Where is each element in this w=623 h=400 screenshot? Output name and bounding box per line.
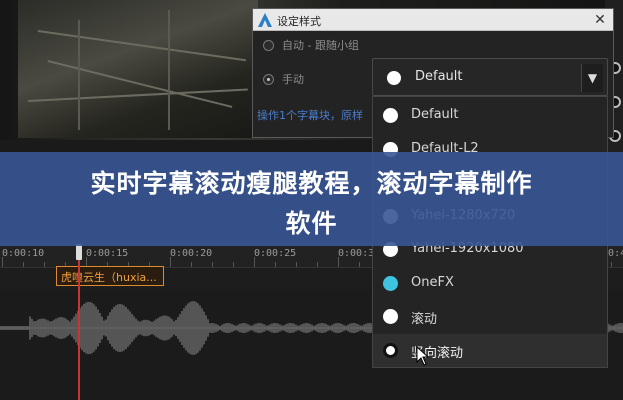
ruler-tick-label: 0:00:20 — [170, 248, 213, 259]
option-color-swatch — [383, 108, 398, 123]
dropdown-option[interactable]: OneFX — [373, 267, 607, 300]
dropdown-option[interactable]: 竖向滚动 — [373, 333, 607, 367]
option-label: OneFX — [411, 274, 454, 290]
ruler-tick-label: 0:00:15 — [86, 248, 129, 259]
option-label: 滚动 — [411, 312, 438, 327]
video-frame-image — [18, 0, 258, 138]
mouse-cursor-icon — [416, 346, 430, 366]
ruler-tick-label: 0:00:10 — [2, 248, 45, 259]
ruler-tick-mark — [23, 262, 24, 267]
radio-auto[interactable]: 自动 - 跟随小组 — [263, 36, 359, 54]
radio-manual[interactable]: 手动 — [263, 70, 304, 88]
style-dropdown[interactable]: Default ▼ — [372, 58, 608, 96]
ruler-tick-label: 0:00:25 — [254, 248, 297, 259]
option-color-swatch — [383, 275, 398, 291]
ruler-tick-mark — [2, 257, 3, 267]
style-color-swatch — [387, 71, 401, 85]
ruler-tick-mark — [233, 262, 234, 267]
option-color-swatch — [383, 342, 398, 358]
close-button[interactable]: ✕ — [591, 11, 609, 29]
ruler-tick-mark — [296, 262, 297, 267]
dialog-title: 设定样式 — [277, 15, 321, 28]
radio-manual-label: 手动 — [282, 73, 304, 86]
title-banner: 实时字幕滚动瘦腿教程，滚动字幕制作 软件 — [0, 152, 623, 246]
ruler-tick-mark — [338, 257, 339, 267]
dialog-titlebar[interactable]: 设定样式 ✕ — [253, 9, 613, 31]
ruler-tick-mark — [611, 262, 612, 267]
ruler-tick-mark — [359, 262, 360, 267]
option-color-swatch — [383, 309, 398, 324]
dropdown-selected-value: Default — [415, 69, 463, 84]
radio-auto-circle[interactable] — [263, 39, 274, 51]
helper-text: 操作1个字幕块，原样 — [257, 109, 363, 122]
radio-manual-circle[interactable] — [263, 73, 274, 85]
ruler-tick-mark — [44, 262, 45, 267]
dropdown-option[interactable]: 滚动 — [373, 300, 607, 333]
banner-title-line1: 实时字幕滚动瘦腿教程，滚动字幕制作 — [90, 169, 533, 198]
ruler-tick-mark — [191, 262, 192, 267]
ruler-tick-mark — [212, 262, 213, 267]
dropdown-option[interactable]: Default — [373, 99, 607, 132]
chevron-down-icon[interactable]: ▼ — [581, 64, 603, 92]
screenshot-stage: 0:00:100:00:150:00:200:00:250:00:300:00:… — [0, 0, 623, 400]
ruler-tick-mark — [317, 262, 318, 267]
app-logo-icon — [258, 13, 272, 27]
playhead-handle[interactable] — [76, 244, 82, 260]
option-label: Default — [411, 107, 459, 122]
ruler-tick-mark — [254, 257, 255, 267]
subtitle-clip[interactable]: 虎嗅云生（huxia... — [56, 266, 164, 286]
radio-auto-label: 自动 - 跟随小组 — [282, 39, 359, 52]
playhead-line — [78, 260, 80, 400]
ruler-tick-mark — [275, 262, 276, 267]
ruler-tick-mark — [170, 257, 171, 267]
banner-title-line2: 软件 — [285, 209, 338, 238]
